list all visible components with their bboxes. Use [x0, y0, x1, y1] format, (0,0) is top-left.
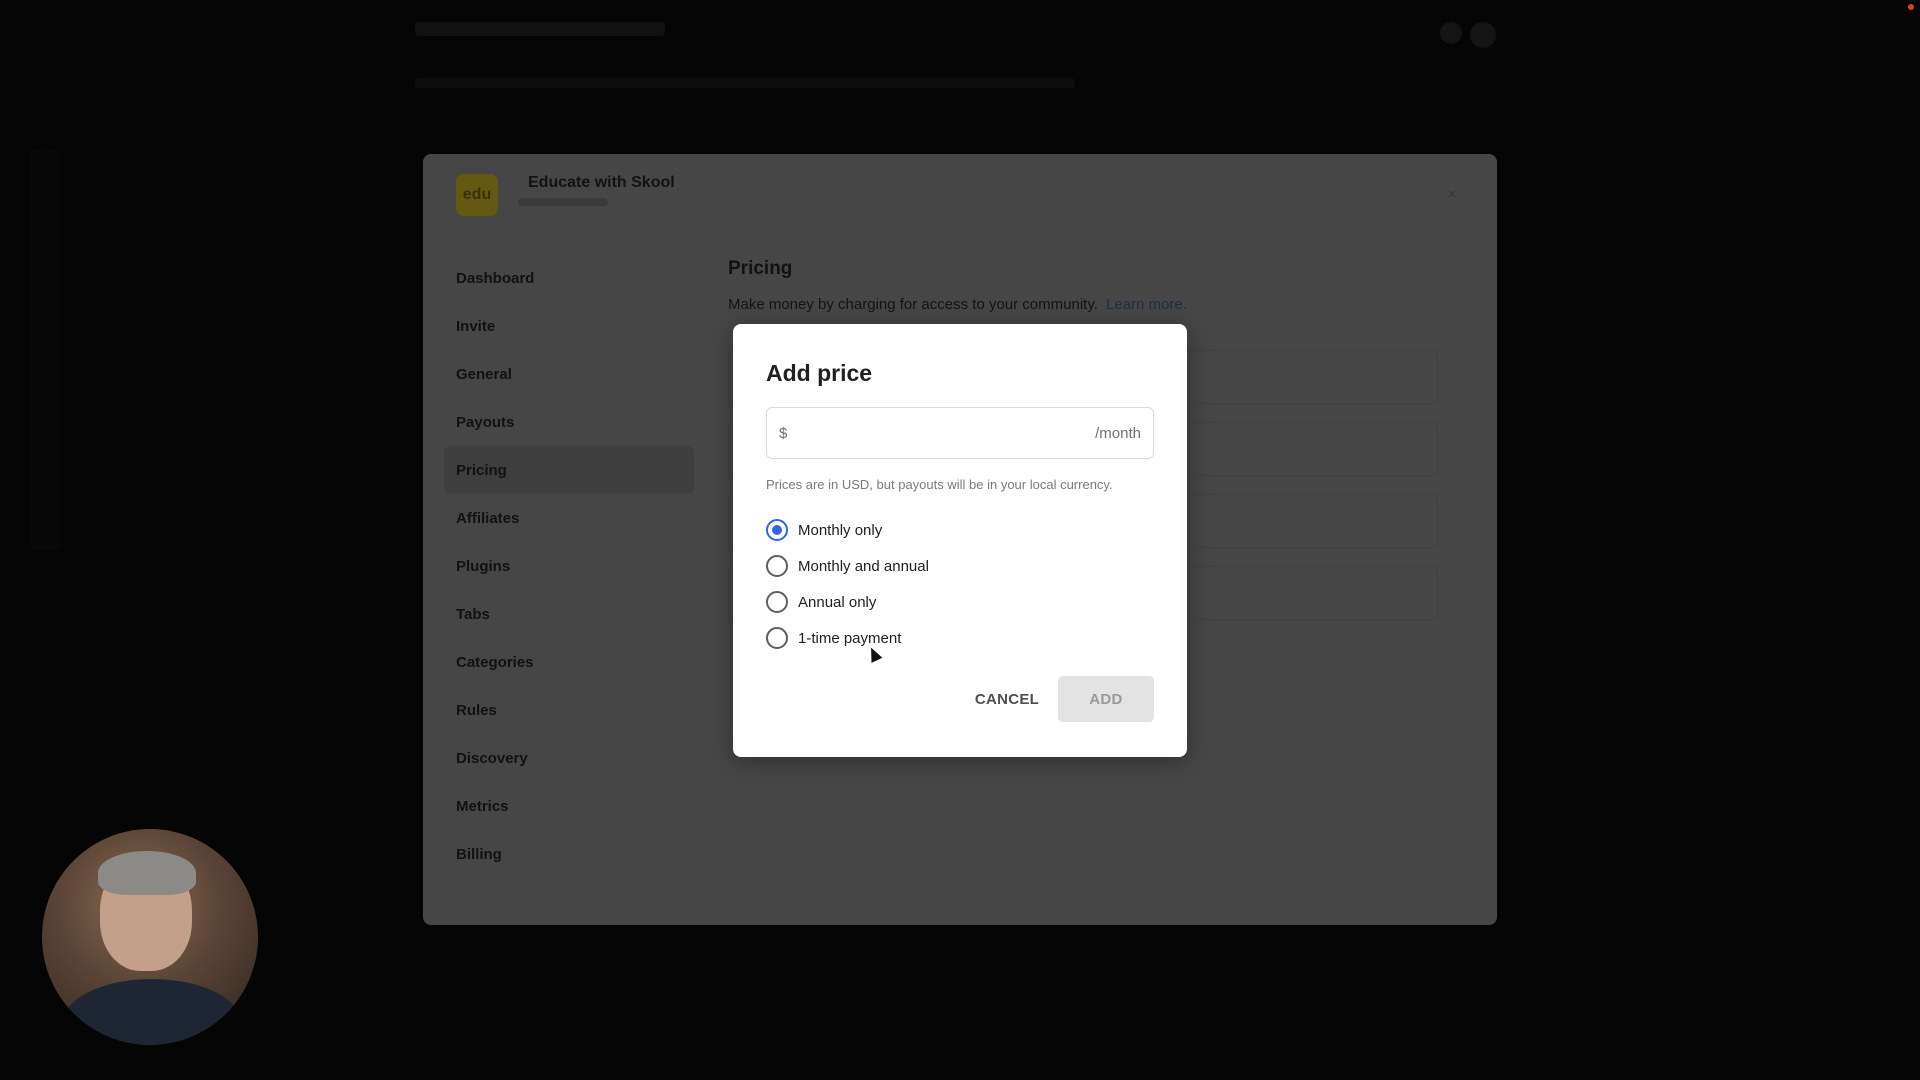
option-one-time-payment[interactable]: 1-time payment — [766, 620, 929, 656]
notification-icon — [1440, 22, 1462, 44]
radio-one-time-payment[interactable] — [766, 627, 788, 649]
option-monthly-only[interactable]: Monthly only — [766, 512, 929, 548]
notification-dot — [1908, 4, 1914, 10]
price-field[interactable]: $ /month — [766, 407, 1154, 459]
option-annual-only[interactable]: Annual only — [766, 584, 929, 620]
community-switcher — [30, 150, 60, 550]
billing-options: Monthly only Monthly and annual Annual o… — [766, 512, 929, 656]
price-input[interactable] — [795, 424, 1096, 442]
presenter-hair — [98, 851, 196, 895]
add-button[interactable]: ADD — [1058, 676, 1154, 722]
radio-monthly-only[interactable] — [766, 519, 788, 541]
price-unit: /month — [1095, 424, 1141, 442]
radio-annual-only[interactable] — [766, 591, 788, 613]
cancel-button[interactable]: CANCEL — [952, 676, 1062, 722]
radio-monthly-and-annual[interactable] — [766, 555, 788, 577]
top-navigation — [415, 78, 1075, 88]
option-label: 1-time payment — [798, 629, 902, 647]
header-community-title — [415, 22, 665, 36]
user-avatar — [1470, 22, 1496, 48]
dialog-title: Add price — [766, 360, 873, 386]
presenter-shirt — [62, 979, 242, 1045]
add-price-dialog: Add price $ /month Prices are in USD, bu… — [733, 324, 1187, 757]
webcam-overlay — [42, 829, 258, 1045]
currency-helper-text: Prices are in USD, but payouts will be i… — [766, 477, 1113, 492]
option-label: Monthly and annual — [798, 557, 929, 575]
option-label: Annual only — [798, 593, 877, 611]
option-monthly-and-annual[interactable]: Monthly and annual — [766, 548, 929, 584]
option-label: Monthly only — [798, 521, 883, 539]
currency-symbol: $ — [779, 424, 788, 442]
